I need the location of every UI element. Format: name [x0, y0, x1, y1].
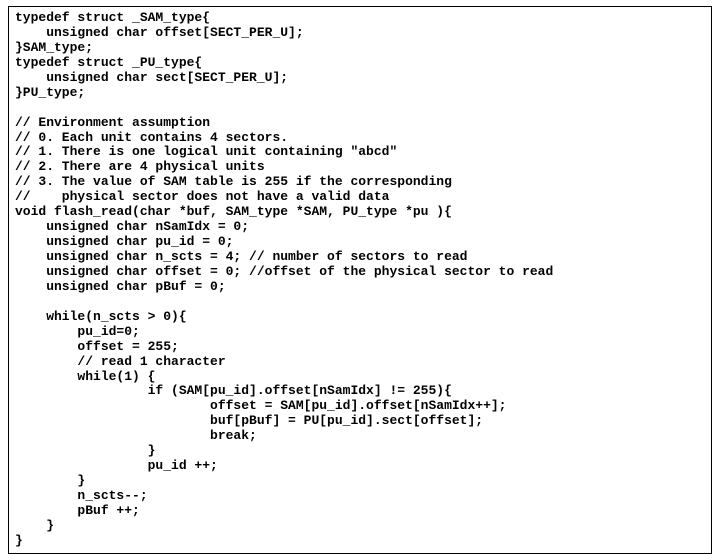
- code-line: }: [15, 533, 23, 548]
- code-line: typedef struct _PU_type{: [15, 55, 202, 70]
- code-line: unsigned char pBuf = 0;: [15, 279, 226, 294]
- code-line: // 0. Each unit contains 4 sectors.: [15, 130, 288, 145]
- code-line: }SAM_type;: [15, 40, 93, 55]
- code-line: // 2. There are 4 physical units: [15, 159, 265, 174]
- code-line: }: [15, 443, 155, 458]
- code-line: offset = SAM[pu_id].offset[nSamIdx++];: [15, 398, 506, 413]
- code-line: // 1. There is one logical unit containi…: [15, 144, 397, 159]
- code-line: // 3. The value of SAM table is 255 if t…: [15, 174, 452, 189]
- code-line: unsigned char sect[SECT_PER_U];: [15, 70, 288, 85]
- code-line: while(1) {: [15, 369, 155, 384]
- code-line: typedef struct _SAM_type{: [15, 10, 210, 25]
- code-listing: typedef struct _SAM_type{ unsigned char …: [8, 6, 712, 554]
- code-line: n_scts--;: [15, 488, 148, 503]
- code-line: }: [15, 473, 85, 488]
- code-line: offset = 255;: [15, 339, 179, 354]
- code-line: pu_id=0;: [15, 324, 140, 339]
- code-line: // read 1 character: [15, 354, 226, 369]
- code-line: // physical sector does not have a valid…: [15, 189, 389, 204]
- code-line: buf[pBuf] = PU[pu_id].sect[offset];: [15, 413, 483, 428]
- code-line: unsigned char offset = 0; //offset of th…: [15, 264, 553, 279]
- code-line: pu_id ++;: [15, 458, 218, 473]
- code-line: // Environment assumption: [15, 115, 210, 130]
- code-line: }: [15, 518, 54, 533]
- code-line: }PU_type;: [15, 85, 85, 100]
- code-line: void flash_read(char *buf, SAM_type *SAM…: [15, 204, 452, 219]
- code-line: unsigned char pu_id = 0;: [15, 234, 233, 249]
- code-line: unsigned char n_scts = 4; // number of s…: [15, 249, 467, 264]
- code-line: pBuf ++;: [15, 503, 140, 518]
- code-line: while(n_scts > 0){: [15, 309, 187, 324]
- code-line: break;: [15, 428, 257, 443]
- code-line: unsigned char offset[SECT_PER_U];: [15, 25, 304, 40]
- page: typedef struct _SAM_type{ unsigned char …: [0, 0, 720, 540]
- code-line: unsigned char nSamIdx = 0;: [15, 219, 249, 234]
- code-line: if (SAM[pu_id].offset[nSamIdx] != 255){: [15, 383, 452, 398]
